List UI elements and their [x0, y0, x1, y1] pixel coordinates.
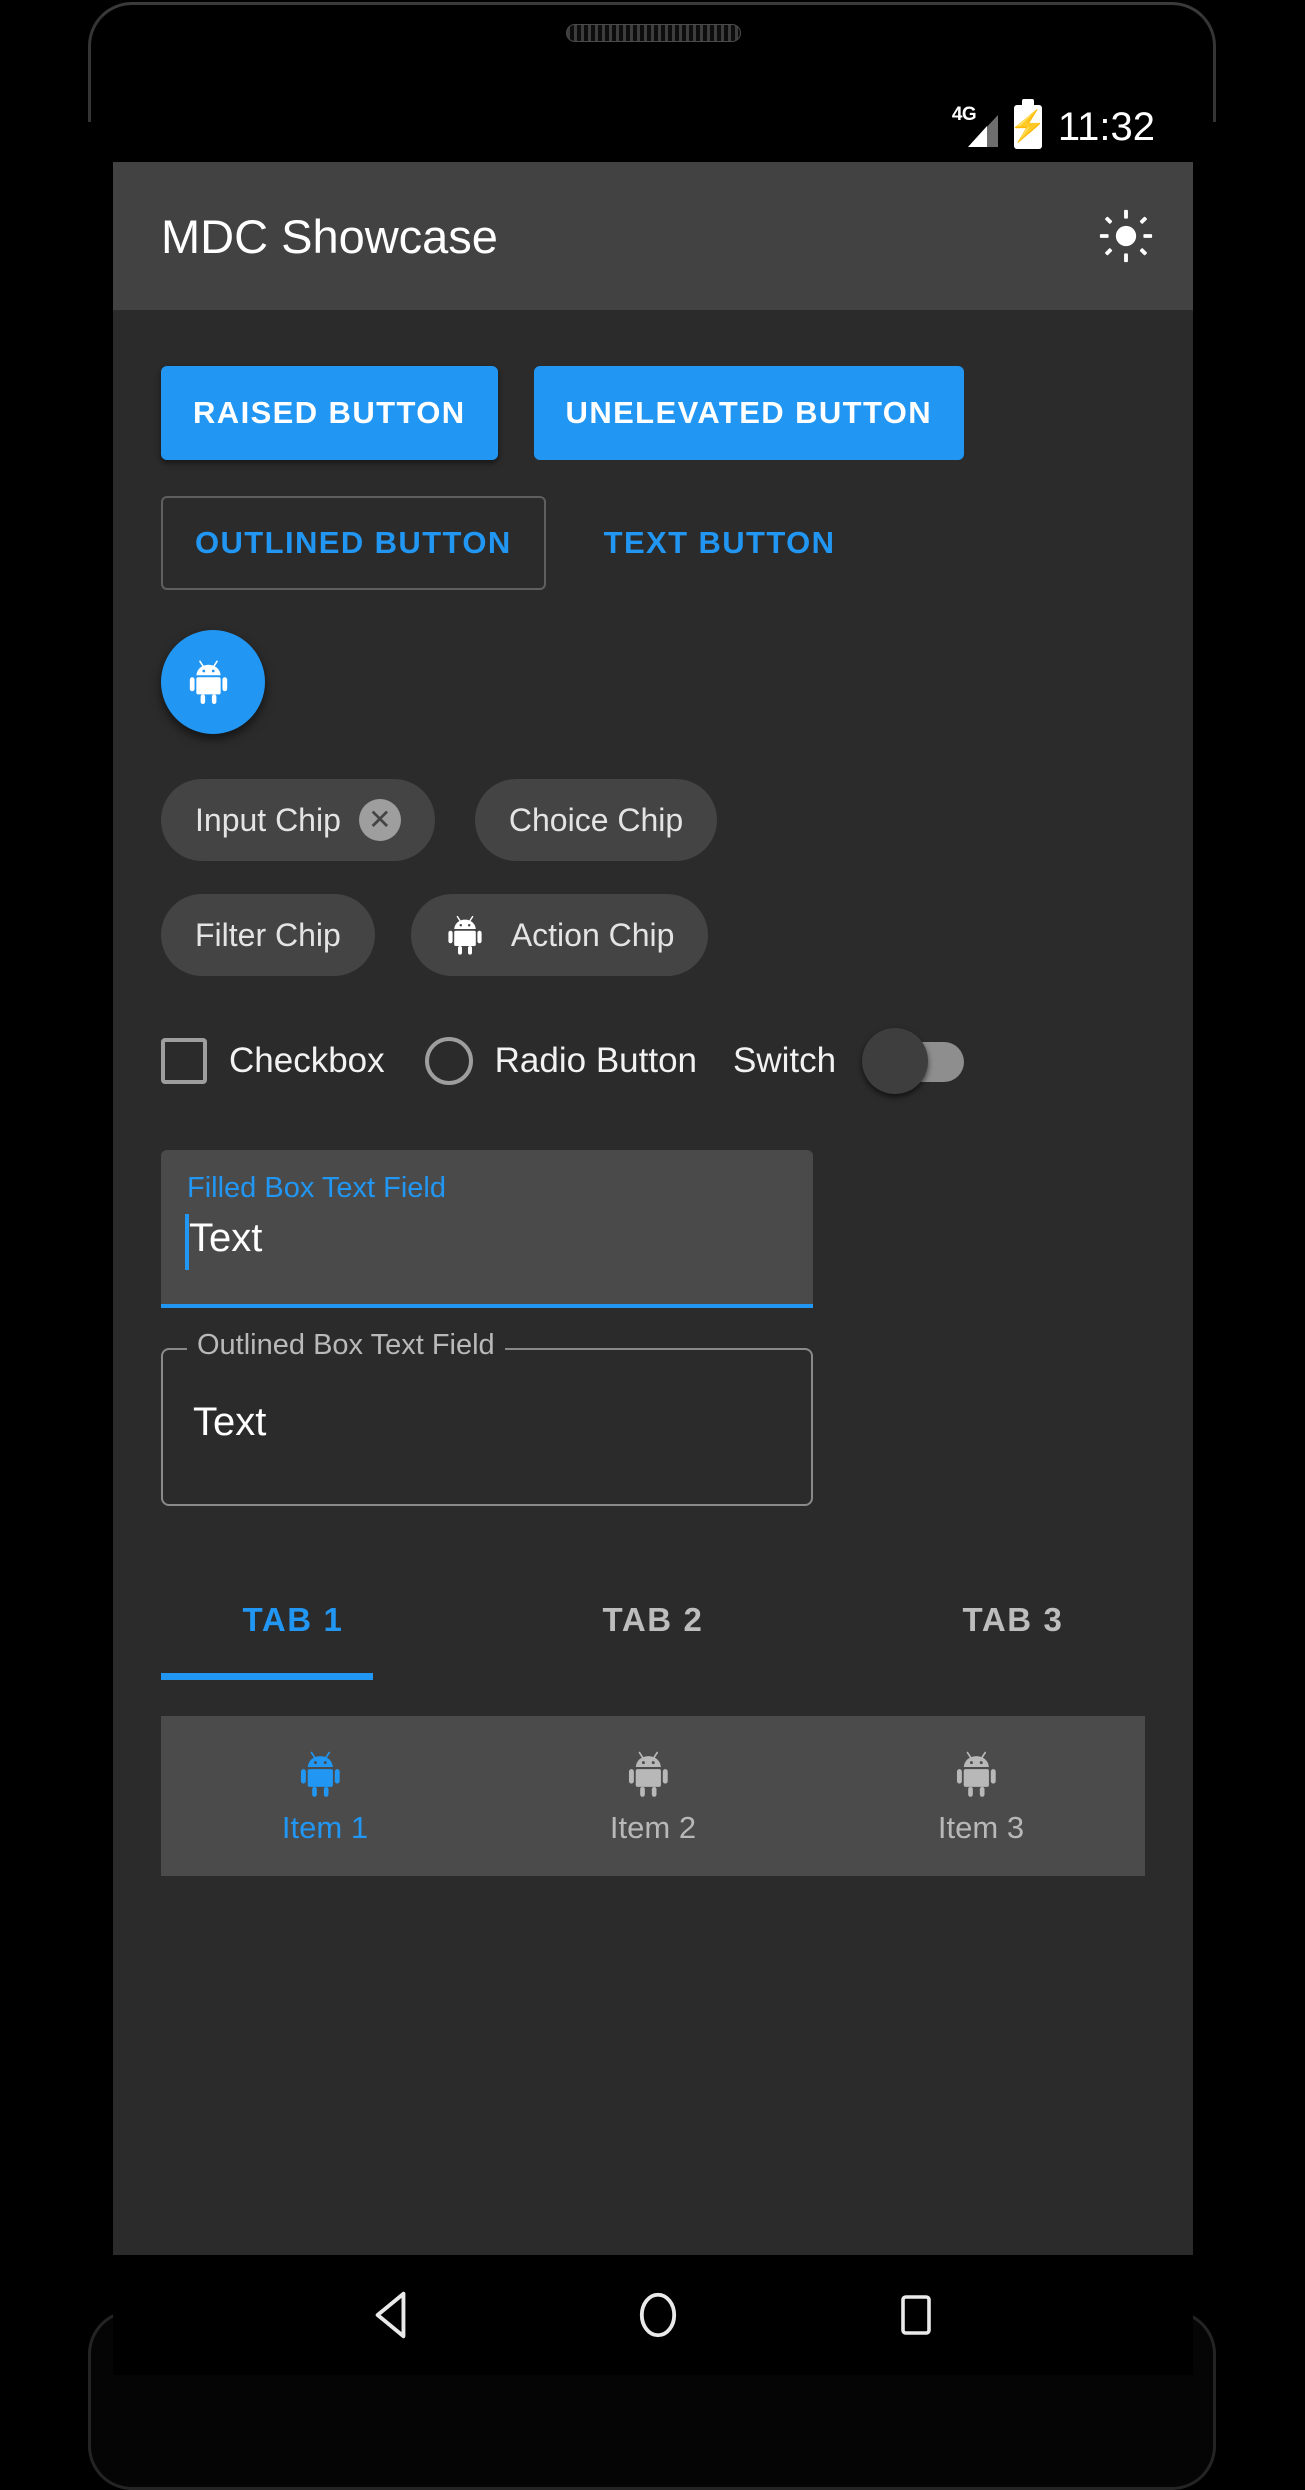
android-robot-icon — [300, 1751, 340, 1797]
unelevated-button[interactable]: UNELEVATED BUTTON — [533, 366, 965, 460]
signal-triangle-fill — [967, 126, 987, 147]
tab-1[interactable]: TAB 1 — [113, 1560, 473, 1680]
earpiece-speaker-grille — [566, 24, 741, 42]
app-window: MDC Showcase RAISED BUTTON UNELEVATED BU… — [113, 162, 1193, 2255]
bottom-nav-item-label: Item 3 — [937, 1810, 1025, 1845]
system-navigation-bar — [113, 2255, 1193, 2375]
tab-active-indicator — [161, 1673, 373, 1680]
chip-label: Input Chip — [195, 801, 341, 838]
switch-label: Switch — [733, 1041, 837, 1080]
battery-charging-icon: ⚡ — [1009, 99, 1047, 149]
page-title: MDC Showcase — [161, 209, 498, 263]
top-app-bar: MDC Showcase — [113, 162, 1193, 310]
back-triangle-icon[interactable] — [366, 2286, 424, 2344]
bottom-navigation-bar: Item 1 Item 2 Item 3 — [161, 1716, 1145, 1876]
bottom-nav-item-label: Item 1 — [281, 1810, 369, 1845]
chip-filter[interactable]: Filter Chip — [161, 894, 375, 976]
filled-text-field-label: Filled Box Text Field — [187, 1172, 446, 1204]
android-robot-icon — [628, 1751, 668, 1797]
fab-row — [113, 590, 1193, 734]
checkbox-input[interactable] — [161, 1038, 207, 1084]
radio-button-input[interactable] — [424, 1037, 473, 1085]
chip-label: Choice Chip — [508, 801, 684, 838]
bottom-nav-item-1[interactable]: Item 1 — [161, 1716, 489, 1876]
outlined-button[interactable]: OUTLINED BUTTON — [161, 496, 546, 590]
phone-device-frame: 4G ⚡ 11:32 MDC Showcase RAISED BUTTON UN… — [0, 0, 1305, 2490]
android-robot-icon — [448, 915, 482, 955]
charging-bolt-glyph: ⚡ — [1009, 110, 1047, 143]
tab-2[interactable]: TAB 2 — [473, 1560, 833, 1680]
tab-strip: TAB 1 TAB 2 TAB 3 — [113, 1560, 1193, 1680]
outlined-text-field[interactable]: Outlined Box Text Field Text — [161, 1329, 813, 1506]
chip-row-two: Filter Chip Action Chip — [113, 861, 1193, 976]
chip-choice[interactable]: Choice Chip — [474, 779, 718, 861]
chip-row-one: Input Chip ✕ Choice Chip — [113, 734, 1193, 861]
chip-label: Filter Chip — [195, 916, 341, 953]
selection-controls-row: Checkbox Radio Button Switch — [113, 976, 1193, 1094]
switch-toggle[interactable] — [862, 1028, 965, 1094]
checkbox-label: Checkbox — [229, 1041, 385, 1080]
status-bar: 4G ⚡ 11:32 — [113, 92, 1193, 162]
showcase-content: RAISED BUTTON UNELEVATED BUTTON OUTLINED… — [113, 310, 1193, 1876]
signal-bars-icon: 4G — [952, 104, 998, 148]
switch-thumb — [862, 1028, 929, 1094]
button-row-low-emphasis: OUTLINED BUTTON TEXT BUTTON — [113, 460, 1193, 590]
brightness-sun-icon[interactable] — [1097, 207, 1155, 265]
raised-button[interactable]: RAISED BUTTON — [161, 366, 498, 460]
button-row-contained: RAISED BUTTON UNELEVATED BUTTON — [113, 310, 1193, 460]
chip-input[interactable]: Input Chip ✕ — [161, 779, 435, 861]
recents-square-icon[interactable] — [892, 2291, 940, 2339]
android-robot-icon — [189, 660, 228, 705]
outlined-text-field-value: Text — [193, 1400, 267, 1444]
bottom-nav-item-label: Item 2 — [609, 1810, 697, 1845]
radio-button-label: Radio Button — [494, 1041, 698, 1080]
android-robot-icon — [956, 1751, 996, 1797]
floating-action-button[interactable] — [161, 630, 265, 734]
chip-action[interactable]: Action Chip — [410, 894, 709, 976]
filled-text-field[interactable]: Filled Box Text Field Text — [161, 1150, 813, 1308]
bottom-nav-item-2[interactable]: Item 2 — [489, 1716, 817, 1876]
status-bar-clock: 11:32 — [1057, 104, 1155, 149]
chip-label: Action Chip — [510, 916, 675, 953]
home-circle-icon[interactable] — [631, 2288, 685, 2342]
filled-text-field-value: Text — [189, 1216, 263, 1260]
text-button[interactable]: TEXT BUTTON — [572, 496, 868, 590]
outlined-text-field-label: Outlined Box Text Field — [187, 1329, 505, 1362]
tab-3[interactable]: TAB 3 — [833, 1560, 1193, 1680]
close-circle-icon[interactable]: ✕ — [358, 799, 401, 841]
bottom-nav-item-3[interactable]: Item 3 — [817, 1716, 1145, 1876]
